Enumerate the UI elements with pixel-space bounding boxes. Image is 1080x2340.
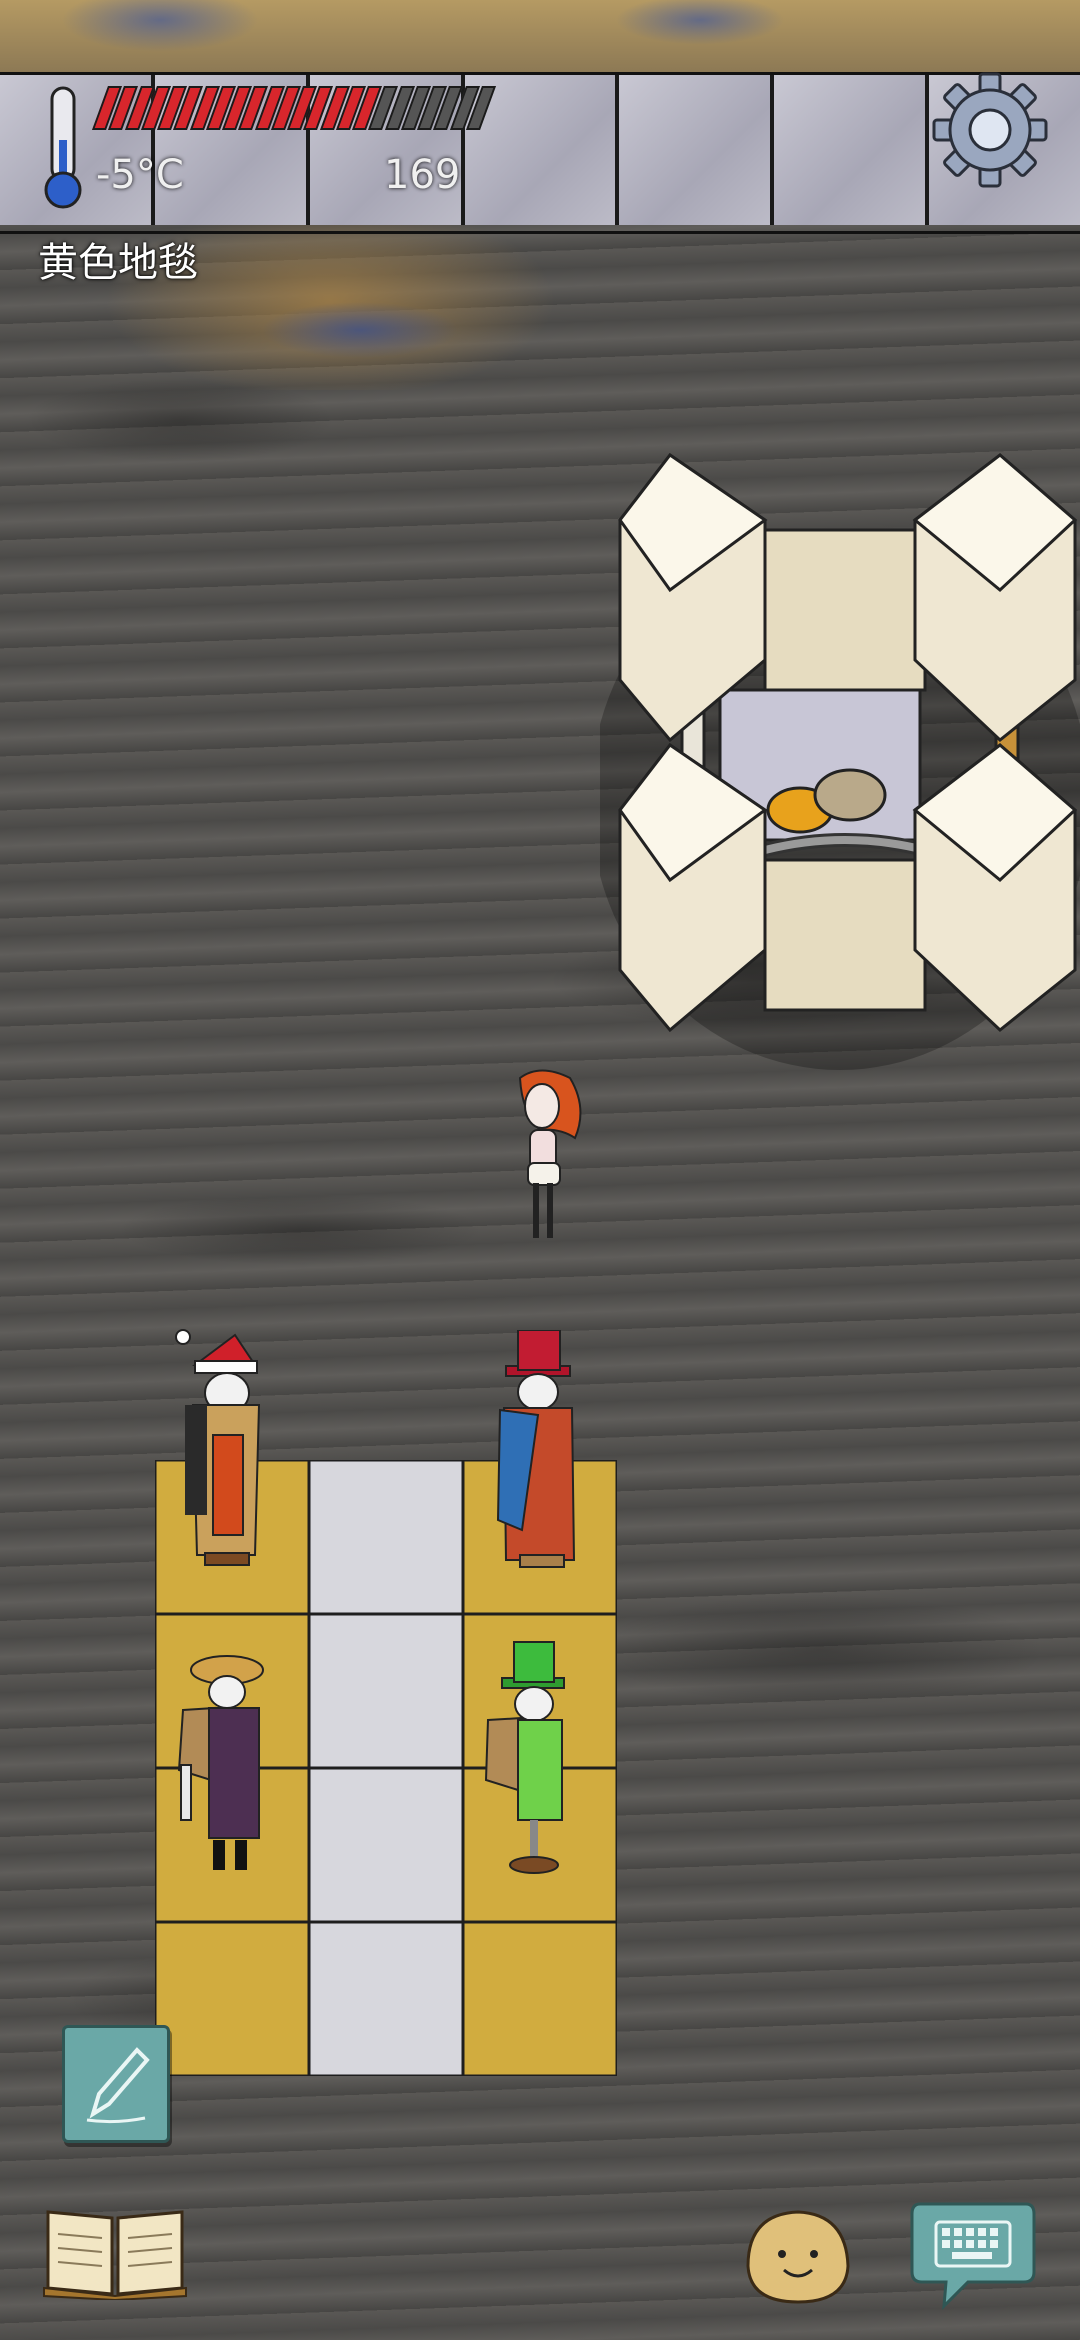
- mannequin-santa-outfit[interactable]: [175, 1325, 275, 1575]
- gear-icon[interactable]: [930, 70, 1050, 190]
- keyboard-speech-icon[interactable]: [908, 2194, 1038, 2312]
- hud-slot: [774, 75, 930, 225]
- counter-readout: 169: [384, 152, 461, 198]
- health-bar: [91, 86, 497, 130]
- pencil-button[interactable]: [62, 2025, 170, 2143]
- temperature-readout: -5°C: [96, 152, 184, 198]
- stone-enclosure[interactable]: [600, 450, 1080, 1070]
- hud-slot: [619, 75, 775, 225]
- open-book-icon[interactable]: [40, 2200, 190, 2300]
- mannequin-green-hat-outfit[interactable]: [482, 1640, 582, 1880]
- player-character[interactable]: [500, 1068, 590, 1248]
- pencil-icon: [86, 2047, 150, 2124]
- location-label: 黄色地毯: [38, 240, 198, 286]
- mannequin-top-hat-outfit[interactable]: [488, 1330, 588, 1575]
- smiley-face-icon[interactable]: [738, 2206, 856, 2306]
- thermometer-icon: [44, 86, 82, 209]
- mannequin-straw-hat-outfit[interactable]: [175, 1650, 275, 1880]
